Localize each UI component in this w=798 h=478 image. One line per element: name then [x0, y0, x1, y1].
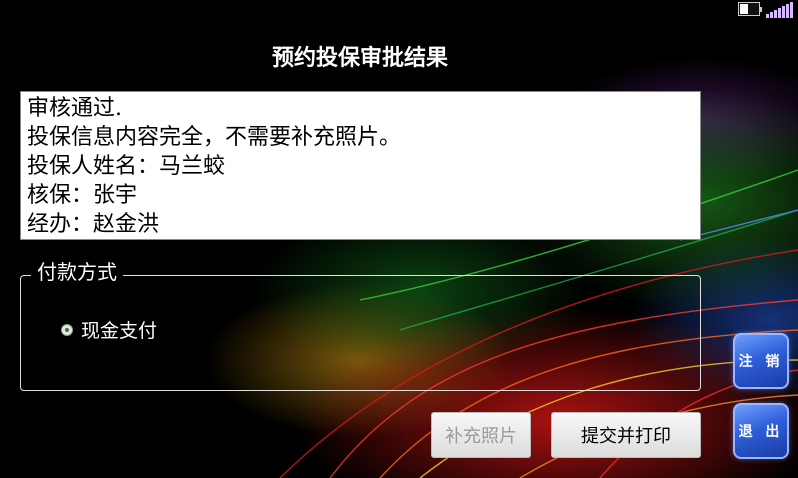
logout-button[interactable]: 注 销: [733, 333, 789, 389]
result-line: 经办：赵金洪: [27, 212, 160, 237]
page-title: 预约投保审批结果: [271, 46, 448, 71]
payment-option-cash[interactable]: 现金支付: [61, 316, 157, 343]
radio-selected-icon[interactable]: [61, 323, 73, 336]
payment-method-legend: 付款方式: [31, 258, 123, 286]
exit-button[interactable]: 退 出: [733, 403, 789, 459]
result-line: 投保信息内容完全，不需要补充照片。: [27, 125, 402, 150]
payment-option-label: 现金支付: [81, 320, 158, 342]
result-line: 审核通过.: [27, 96, 122, 121]
supplement-photo-button[interactable]: 补充照片: [431, 412, 531, 458]
result-line: 核保：张宇: [27, 183, 138, 208]
status-bar: [738, 0, 798, 22]
result-line: 投保人姓名：马兰蛟: [27, 154, 226, 179]
battery-icon: [738, 2, 762, 16]
submit-print-button[interactable]: 提交并打印: [551, 412, 701, 458]
payment-method-group: 付款方式 现金支付: [20, 258, 701, 391]
approval-result-text: 审核通过. 投保信息内容完全，不需要补充照片。 投保人姓名：马兰蛟 核保：张宇 …: [20, 91, 701, 240]
signal-strength-icon: [766, 2, 793, 18]
